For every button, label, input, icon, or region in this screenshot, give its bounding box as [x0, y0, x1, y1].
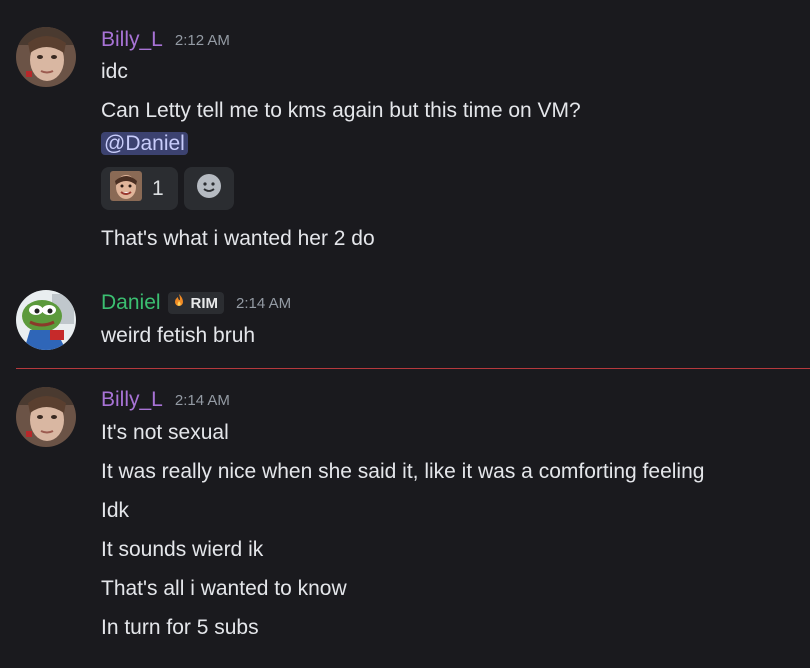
message-line: weird fetish bruh [101, 324, 256, 347]
message-line: It was really nice when she said it, lik… [101, 460, 705, 483]
message-line: idc [101, 60, 128, 83]
message-line: It sounds wierd ik [101, 538, 264, 561]
face-emoji-icon [110, 171, 142, 206]
add-reaction-icon [196, 173, 222, 204]
message-line: Idk [101, 499, 130, 522]
avatar-daniel[interactable] [16, 290, 76, 350]
message-line-mention: @Daniel [101, 130, 188, 158]
guild-tag-label: RIM [190, 294, 219, 312]
message-header: Billy_L 2:14 AM [101, 387, 230, 413]
message-line: In turn for 5 subs [101, 616, 259, 639]
guild-tag[interactable]: RIM [167, 292, 225, 314]
user-mention[interactable]: @Daniel [101, 132, 188, 155]
avatar-billy[interactable] [16, 387, 76, 447]
message-line: That's all i wanted to know [101, 577, 347, 600]
username[interactable]: Daniel [101, 291, 161, 315]
timestamp[interactable]: 2:14 AM [236, 295, 291, 312]
add-reaction-button[interactable] [184, 167, 234, 210]
reaction-face[interactable]: 1 [101, 167, 178, 210]
username[interactable]: Billy_L [101, 388, 163, 412]
message-line: That's what i wanted her 2 do [101, 227, 375, 250]
message-header: Billy_L 2:12 AM [101, 27, 230, 53]
timestamp[interactable]: 2:14 AM [175, 392, 230, 409]
message-header: Daniel RIM 2:14 AM [101, 290, 291, 316]
reaction-count: 1 [152, 176, 164, 200]
message-line: It's not sexual [101, 421, 229, 444]
message-line: Can Letty tell me to kms again but this … [101, 99, 581, 122]
timestamp[interactable]: 2:12 AM [175, 32, 230, 49]
flame-icon [171, 293, 187, 313]
avatar-billy[interactable] [16, 27, 76, 87]
new-messages-divider [16, 368, 810, 369]
username[interactable]: Billy_L [101, 28, 163, 52]
